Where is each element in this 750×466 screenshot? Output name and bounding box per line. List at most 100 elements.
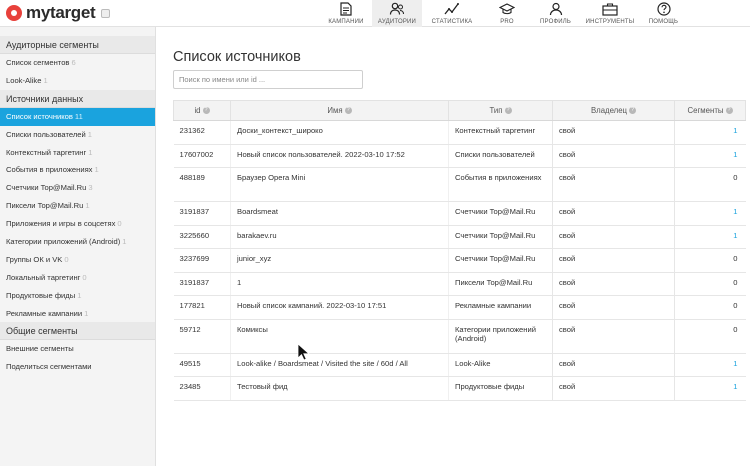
sidebar-item-count: 1 — [77, 290, 82, 300]
cell-owner: свой — [552, 248, 675, 273]
cell-name[interactable]: Look-alike / Boardsmeat / Visited the si… — [230, 352, 449, 377]
sidebar-item-count: 1 — [94, 165, 99, 175]
sidebar-header-audience-segments: Аудиторные сегменты — [0, 36, 155, 54]
sidebar-item-user-lists[interactable]: Списки пользователей 1 — [0, 126, 155, 144]
cell-name[interactable]: junior_xyz — [230, 248, 449, 273]
nav-tools[interactable]: ИНСТРУМЕНТЫ — [579, 0, 641, 27]
page-title: Список источников — [173, 49, 301, 65]
nav-audiences[interactable]: АУДИТОРИИ — [372, 0, 422, 27]
sidebar-item-pixels[interactable]: Пиксели Top@Mail.Ru 1 — [0, 197, 155, 215]
cell-segments[interactable]: 1 — [674, 120, 746, 145]
cell-type: Списки пользователей — [448, 143, 553, 168]
help-icon — [656, 1, 672, 17]
cell-type: Счетчики Top@Mail.Ru — [448, 224, 553, 249]
table-row[interactable]: 177821 Новый список кампаний. 2022-03-10… — [173, 295, 746, 320]
column-header-id[interactable]: id? — [173, 100, 231, 121]
cell-id: 177821 — [173, 295, 231, 320]
cell-name[interactable]: Boardsmeat — [230, 201, 449, 226]
sidebar-item-look-alike[interactable]: Look-Alike 1 — [0, 72, 155, 90]
nav-profile[interactable]: ПРОФИЛЬ — [532, 0, 579, 27]
cell-segments[interactable]: 1 — [674, 376, 746, 401]
account-switch-icon[interactable] — [101, 8, 111, 18]
graduation-cap-icon — [499, 1, 515, 17]
cell-type: Рекламные кампании — [448, 295, 553, 320]
nav-pro[interactable]: PRO — [482, 0, 532, 27]
sidebar-item-ok-vk-groups[interactable]: Группы ОК и VK 0 — [0, 251, 155, 269]
cell-segments[interactable]: 1 — [674, 224, 746, 249]
help-icon[interactable]: ? — [504, 107, 512, 115]
sidebar-item-count: 1 — [84, 308, 89, 318]
sidebar-item-label: Продуктовые фиды — [6, 290, 76, 300]
sidebar-item-segments-list[interactable]: Список сегментов 6 — [0, 54, 155, 72]
sidebar-item-label: Внешние сегменты — [6, 344, 74, 354]
logo[interactable]: mytarget — [6, 3, 111, 22]
table-row[interactable]: 17607002 Новый список пользователей. 202… — [173, 143, 746, 168]
cell-id: 17607002 — [173, 143, 231, 168]
cell-id: 3225660 — [173, 224, 231, 249]
mouse-cursor-icon — [297, 343, 309, 361]
column-header-owner[interactable]: Владелец? — [552, 100, 675, 121]
cell-id: 23485 — [173, 376, 231, 401]
search-input[interactable] — [173, 70, 363, 89]
cell-name[interactable]: Браузер Opera Mini — [230, 167, 449, 202]
sidebar-item-label: Группы ОК и VK — [6, 254, 63, 264]
cell-type: Look-Alike — [448, 352, 553, 377]
nav-help[interactable]: ПОМОЩЬ — [641, 0, 686, 27]
cell-name[interactable]: Тестовый фид — [230, 376, 449, 401]
cell-name[interactable]: Доски_контекст_широко — [230, 120, 449, 145]
column-header-segments[interactable]: Сегменты? — [674, 100, 746, 121]
table-row[interactable]: 59712 Комиксы Категории приложений (Andr… — [173, 318, 746, 354]
table-row[interactable]: 3237699 junior_xyz Счетчики Top@Mail.Ru … — [173, 248, 746, 273]
cell-owner: свой — [552, 120, 675, 145]
cell-name[interactable]: 1 — [230, 271, 449, 296]
sidebar-header-data-sources: Источники данных — [0, 89, 155, 108]
sidebar-item-count: 11 — [74, 111, 83, 121]
table-row[interactable]: 231362 Доски_контекст_широко Контекстный… — [173, 120, 746, 145]
main-content: Список источников id? Имя? Тип? Владелец… — [156, 27, 750, 466]
sidebar-item-app-categories[interactable]: Категории приложений (Android) 1 — [0, 233, 155, 251]
sidebar-item-social-apps[interactable]: Приложения и игры в соцсетях 0 — [0, 215, 155, 233]
sidebar-item-share-segments[interactable]: Поделиться сегментами — [0, 358, 155, 376]
column-header-type[interactable]: Тип? — [448, 100, 553, 121]
cell-name[interactable]: Новый список кампаний. 2022-03-10 17:51 — [230, 295, 449, 320]
sidebar-item-label: Список сегментов — [6, 58, 70, 67]
sidebar-item-count: 1 — [122, 237, 127, 247]
help-icon[interactable]: ? — [725, 107, 733, 115]
table-row[interactable]: 3225660 barakaev.ru Счетчики Top@Mail.Ru… — [173, 224, 746, 249]
cell-segments[interactable]: 1 — [674, 143, 746, 168]
sidebar-item-ad-campaigns[interactable]: Рекламные кампании 1 — [0, 305, 155, 323]
cell-type: Контекстный таргетинг — [448, 120, 553, 145]
cell-type: Категории приложений (Android) — [448, 318, 553, 354]
sidebar-item-local-targeting[interactable]: Локальный таргетинг 0 — [0, 269, 155, 287]
sidebar-item-label: События в приложениях — [6, 165, 93, 175]
audience-icon — [389, 1, 405, 17]
sidebar-item-sources-list[interactable]: Список источников 11 — [0, 107, 155, 126]
table-row[interactable]: 23485 Тестовый фид Продуктовые фиды свой… — [173, 376, 746, 401]
table-row[interactable]: 49515 Look-alike / Boardsmeat / Visited … — [173, 352, 746, 377]
nav-statistics[interactable]: СТАТИСТИКА — [422, 0, 482, 27]
nav-label: ПОМОЩЬ — [648, 19, 679, 25]
sidebar-item-app-events[interactable]: События в приложениях 1 — [0, 161, 155, 179]
help-icon[interactable]: ? — [202, 107, 210, 115]
help-icon[interactable]: ? — [629, 107, 637, 115]
table-row[interactable]: 488189 Браузер Opera Mini События в прил… — [173, 167, 746, 202]
cell-name[interactable]: Новый список пользователей. 2022-03-10 1… — [230, 143, 449, 168]
sidebar-item-label: Рекламные кампании — [6, 308, 83, 318]
logo-text: mytarget — [26, 3, 96, 22]
sidebar-item-counters[interactable]: Счетчики Top@Mail.Ru 3 — [0, 179, 155, 197]
table-row[interactable]: 3191837 1 Пиксели Top@Mail.Ru свой 0 — [173, 271, 746, 296]
cell-segments[interactable]: 1 — [674, 201, 746, 226]
cell-segments[interactable]: 1 — [674, 352, 746, 377]
toolbox-icon — [602, 1, 618, 17]
cell-name[interactable]: barakaev.ru — [230, 224, 449, 249]
table-row[interactable]: 3191837 Boardsmeat Счетчики Top@Mail.Ru … — [173, 201, 746, 226]
sidebar-item-product-feeds[interactable]: Продуктовые фиды 1 — [0, 287, 155, 305]
sidebar-item-external-segments[interactable]: Внешние сегменты — [0, 340, 155, 358]
nav-label: ПРОФИЛЬ — [540, 19, 571, 25]
nav-campaigns[interactable]: КАМПАНИИ — [320, 0, 372, 27]
sidebar-item-context-targeting[interactable]: Контекстный таргетинг 1 — [0, 144, 155, 162]
sidebar-item-count: 6 — [71, 58, 76, 67]
help-icon[interactable]: ? — [344, 107, 352, 115]
cell-name[interactable]: Комиксы — [230, 318, 449, 354]
column-header-name[interactable]: Имя? — [230, 100, 449, 121]
